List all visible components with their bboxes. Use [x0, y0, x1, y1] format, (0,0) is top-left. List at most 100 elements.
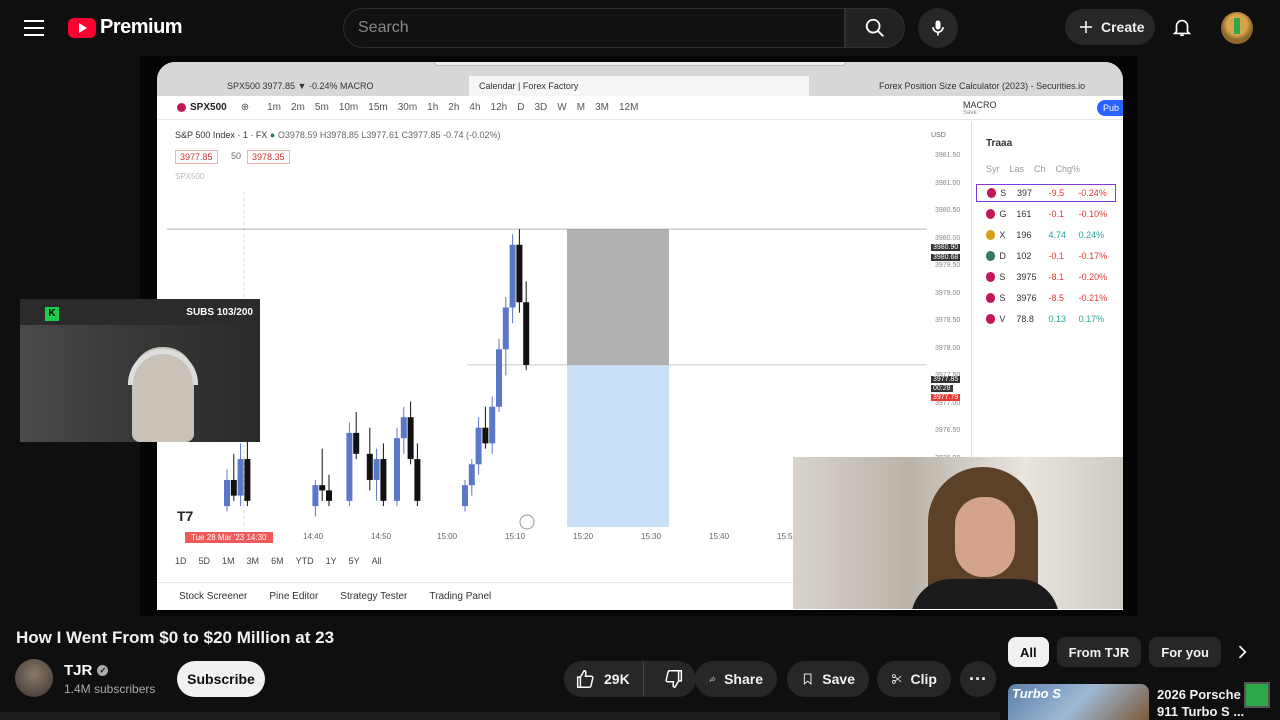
channel-avatar[interactable]: [15, 659, 53, 697]
chip-for-you[interactable]: For you: [1149, 637, 1221, 667]
price-tag-last: 3977.85: [931, 376, 961, 383]
search-icon: [865, 18, 884, 37]
timeframe-4h: 4h: [469, 102, 481, 113]
clip-label: Clip: [910, 671, 937, 687]
channel-name-text[interactable]: TJR: [64, 662, 92, 679]
price-label: 3978.50: [935, 317, 961, 324]
share-label: Share: [724, 671, 763, 687]
price-label: 3978.00: [935, 344, 961, 352]
dislike-button[interactable]: [652, 661, 696, 697]
timeframe-2m: 2m: [291, 102, 305, 113]
watchlist-cell-chg: -0.1: [1048, 209, 1064, 219]
symbol-logo-icon: [986, 272, 996, 282]
microphone-icon: [932, 20, 944, 36]
share-icon: [709, 676, 716, 682]
clip-button[interactable]: Clip: [877, 661, 951, 697]
menu-icon[interactable]: [20, 14, 48, 42]
watchlist-cell-sym: V: [999, 314, 1006, 324]
watchlist-cell-chg: 4.74: [1048, 230, 1066, 240]
thumbnail-text: Turbo S: [1012, 686, 1061, 701]
watchlist-columns: Syr Las Ch Chg%: [986, 164, 1123, 174]
time-cursor-label: Tue 28 Mar '23 14:30: [185, 532, 273, 543]
symbol-logo-icon: [986, 230, 996, 240]
presenter-face: [955, 497, 1015, 577]
time-label-1500: 15:00: [437, 532, 458, 541]
candle-body: [244, 459, 251, 501]
candle-body: [346, 432, 353, 501]
watchlist-cell-last: 102: [1016, 251, 1032, 261]
period-1m: 1M: [222, 556, 235, 566]
watchlist-row: X 196 4.74 0.24%: [976, 226, 1116, 244]
layout-sub-label: Save: [963, 110, 977, 116]
more-actions-button[interactable]: ···: [960, 661, 996, 697]
notifications-button[interactable]: [1164, 9, 1200, 45]
save-button[interactable]: Save: [787, 661, 869, 697]
strategy-tester-tab: Strategy Tester: [340, 591, 408, 602]
time-label-1540: 15:40: [709, 532, 730, 541]
chip-from-channel[interactable]: From TJR: [1056, 637, 1142, 667]
watchlist-row: D 102 -0.1 -0.17%: [976, 247, 1116, 265]
top-bar: Premium Create: [0, 0, 1280, 56]
publish-button: Pub: [1097, 100, 1123, 116]
candle-body: [509, 244, 516, 308]
recommended-channel-icon[interactable]: [1244, 682, 1270, 708]
share-button[interactable]: Share: [695, 661, 777, 697]
timeframe-15m: 15m: [368, 102, 388, 113]
period-6m: 6M: [271, 556, 284, 566]
watchlist-cell-sym: D: [999, 251, 1006, 261]
watchlist-cell-pct: 0.17%: [1078, 314, 1105, 324]
create-button[interactable]: Create: [1065, 9, 1155, 45]
related-chips: All From TJR For you: [1008, 637, 1221, 667]
price-label: 3980.50: [935, 207, 961, 214]
subscriber-count: 1.4M subscribers: [64, 682, 156, 696]
candle-body: [482, 427, 489, 444]
youtube-logo[interactable]: Premium: [68, 16, 183, 39]
recommended-video-title[interactable]: 2026 Porsche 911 Turbo S ...: [1157, 686, 1257, 720]
symbol-logo-icon: [986, 314, 996, 324]
browser-tab-1: SPX500 3977.85 ▼ -0.24% MACRO: [227, 81, 374, 91]
browser-tab-2: Calendar | Forex Factory: [469, 76, 809, 96]
time-label-1450: 14:50: [371, 532, 392, 541]
subscribe-button[interactable]: Subscribe: [177, 661, 265, 697]
create-label: Create: [1101, 19, 1145, 35]
watchlist-row: S 3976 -8.5 -0.21%: [976, 289, 1116, 307]
bell-icon: [1172, 19, 1192, 37]
layout-name: MACRO Save: [963, 100, 997, 116]
watchlist-col-change: Ch: [1034, 164, 1046, 174]
watchlist-cell-chg: -8.5: [1048, 293, 1064, 303]
period-1d: 1D: [175, 556, 187, 566]
watchlist-cell-sym: S: [999, 293, 1006, 303]
timeframe-1m: 1m: [267, 102, 281, 113]
period-3m: 3M: [246, 556, 260, 566]
search-input[interactable]: [358, 19, 844, 37]
watchlist-cell-sym: X: [999, 230, 1006, 240]
stop-loss-zone: [567, 229, 669, 365]
chip-all[interactable]: All: [1008, 637, 1049, 667]
take-profit-zone: [567, 364, 669, 527]
candle-body: [326, 490, 332, 501]
account-avatar[interactable]: [1221, 12, 1253, 44]
timeframe-3m: 3M: [595, 102, 609, 113]
time-label-1520: 15:20: [573, 532, 594, 541]
candle-body: [468, 464, 475, 486]
watchlist-cell-last: 161: [1016, 209, 1032, 219]
browser-tab-strip: SPX500 3977.85 ▼ -0.24% MACRO Calendar |…: [157, 62, 1123, 96]
voice-search-button[interactable]: [918, 8, 958, 48]
watchlist-cell-chg: -0.1: [1048, 251, 1064, 261]
youtube-play-icon: [68, 17, 96, 38]
like-button[interactable]: 29K: [564, 661, 645, 697]
period-5y: 5Y: [348, 556, 360, 566]
timeframe-12m: 12M: [618, 102, 639, 113]
recommended-video-thumbnail[interactable]: Turbo S: [1008, 684, 1149, 720]
more-icon: ···: [969, 668, 987, 689]
plus-icon: [1080, 21, 1092, 33]
search-button[interactable]: [845, 8, 905, 48]
watchlist-cell-pct: -0.24%: [1078, 188, 1107, 198]
watchlist-cell-pct: 0.24%: [1078, 230, 1105, 240]
bookmark-icon: [803, 673, 812, 685]
search-box[interactable]: [343, 8, 845, 48]
layout-name-label: MACRO: [963, 100, 997, 110]
channel-name[interactable]: TJR ✓: [64, 662, 109, 679]
kick-logo: K: [45, 307, 59, 321]
chevron-right-icon[interactable]: [1232, 642, 1252, 662]
